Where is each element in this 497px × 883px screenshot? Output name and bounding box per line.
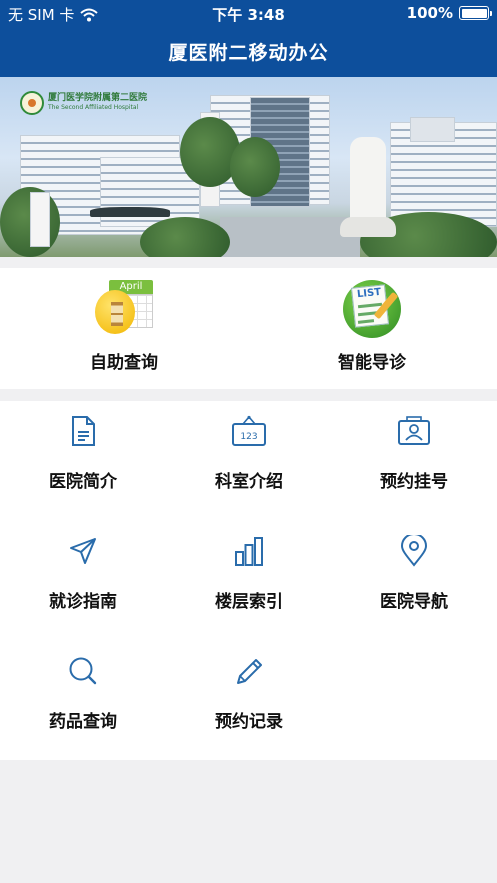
menu-label: 预约记录 <box>215 712 283 732</box>
location-pin-icon <box>399 535 429 567</box>
smart-triage-label: 智能导诊 <box>338 353 406 373</box>
status-bar: 无 SIM 卡 下午 3:48 100% <box>0 0 497 26</box>
primary-actions-panel: April 自助查询 LIST 智能导诊 <box>0 268 497 389</box>
calendar-hourglass-icon: April <box>95 280 153 334</box>
id-card-icon <box>397 415 431 447</box>
menu-department-intro[interactable]: 123 科室介绍 <box>166 401 332 521</box>
bar-chart-icon <box>234 535 264 567</box>
menu-appointment-records[interactable]: 预约记录 <box>166 641 332 761</box>
sign-board-icon: 123 <box>230 415 268 447</box>
app-header: 无 SIM 卡 下午 3:48 100% 厦医附二移动办公 <box>0 0 497 77</box>
pencil-icon <box>234 655 264 687</box>
menu-grid: 医院简介 123 科室介绍 预约挂号 就诊指南 楼层索引 医院导航 药品查询 预… <box>0 401 497 760</box>
battery-icon <box>459 6 492 20</box>
menu-label: 科室介绍 <box>215 472 283 492</box>
search-icon <box>68 655 98 687</box>
menu-visit-guide[interactable]: 就诊指南 <box>0 521 166 641</box>
self-service-query-label: 自助查询 <box>90 353 158 373</box>
sign-board-text: 123 <box>240 432 257 442</box>
hospital-banner-image: 厦门医学院附属第二医院 The Second Affiliated Hospit… <box>0 77 497 257</box>
menu-drug-query[interactable]: 药品查询 <box>0 641 166 761</box>
menu-label: 医院导航 <box>380 592 448 612</box>
smart-triage-button[interactable]: LIST 智能导诊 <box>272 268 472 389</box>
menu-label: 楼层索引 <box>215 592 283 612</box>
logo-subtitle: The Second Affiliated Hospital <box>48 104 139 111</box>
self-service-query-button[interactable]: April 自助查询 <box>24 268 224 389</box>
hospital-logo: 厦门医学院附属第二医院 The Second Affiliated Hospit… <box>20 91 147 115</box>
hospital-seal-icon <box>20 91 44 115</box>
menu-hospital-navigation[interactable]: 医院导航 <box>331 521 497 641</box>
page-title: 厦医附二移动办公 <box>168 42 329 64</box>
menu-floor-index[interactable]: 楼层索引 <box>166 521 332 641</box>
menu-hospital-intro[interactable]: 医院简介 <box>0 401 166 521</box>
checklist-icon: LIST <box>343 280 401 338</box>
navigation-arrow-icon <box>68 535 98 567</box>
battery-percent: 100% <box>406 4 453 22</box>
document-icon <box>68 415 98 447</box>
menu-appointment[interactable]: 预约挂号 <box>331 401 497 521</box>
logo-name: 厦门医学院附属第二医院 <box>48 93 148 103</box>
menu-label: 预约挂号 <box>380 472 448 492</box>
menu-label: 医院简介 <box>49 472 117 492</box>
menu-label: 药品查询 <box>49 712 117 732</box>
menu-label: 就诊指南 <box>49 592 117 612</box>
